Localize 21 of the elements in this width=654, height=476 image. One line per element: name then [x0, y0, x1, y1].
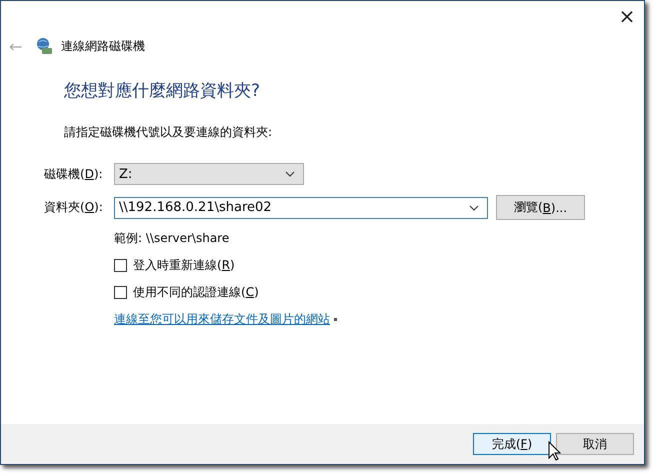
folder-combo-box[interactable]: \\192.168.0.21\share02 — [114, 196, 488, 218]
cancel-button[interactable]: 取消 — [556, 433, 634, 455]
close-button[interactable]: × — [612, 1, 642, 31]
field-label: 磁碟機(D): — [44, 166, 104, 182]
mouse-cursor-icon — [548, 441, 562, 461]
drive-dropdown[interactable]: Z: — [114, 163, 304, 185]
field-label: 資料夾(O): — [44, 199, 104, 216]
website-link[interactable]: 連線至您可以用來儲存文件及圖片的網站 — [114, 312, 330, 326]
checkbox[interactable] — [114, 259, 127, 272]
browse-button[interactable]: 瀏覽(B)... — [496, 195, 585, 220]
heading: 您想對應什麼網路資料夾? — [64, 80, 262, 102]
chevron-down-icon — [285, 171, 295, 177]
example-text: 範例: \\server\share — [114, 230, 230, 247]
chevron-down-icon — [469, 204, 479, 210]
finish-button[interactable]: 完成(F) — [473, 433, 551, 455]
window-title: 連線網路磁碟機 — [61, 38, 145, 54]
instruction-text: 請指定磁碟機代號以及要連線的資料夾: — [64, 124, 274, 141]
network-drive-icon — [35, 37, 53, 55]
checkbox-label: 使用不同的認證連線(C) — [133, 284, 259, 301]
checkbox-label: 登入時重新連線(R) — [133, 257, 235, 274]
checkbox[interactable] — [114, 286, 127, 299]
